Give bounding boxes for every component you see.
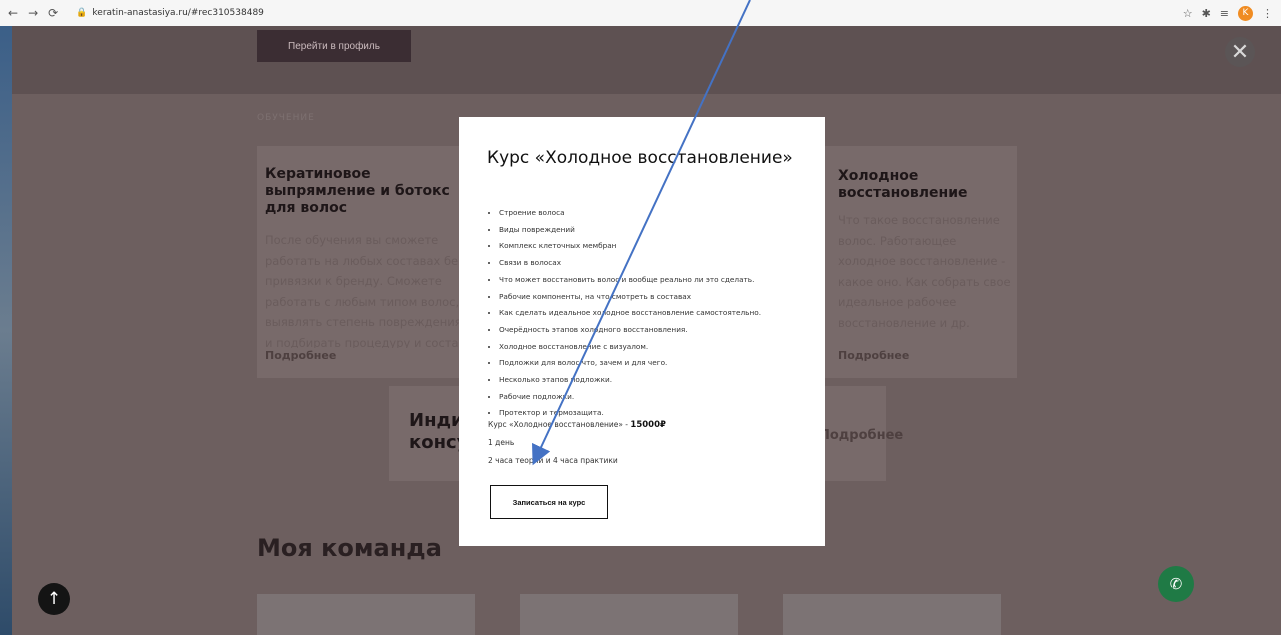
arrow-line <box>532 0 751 466</box>
annotation-arrow <box>532 0 751 466</box>
